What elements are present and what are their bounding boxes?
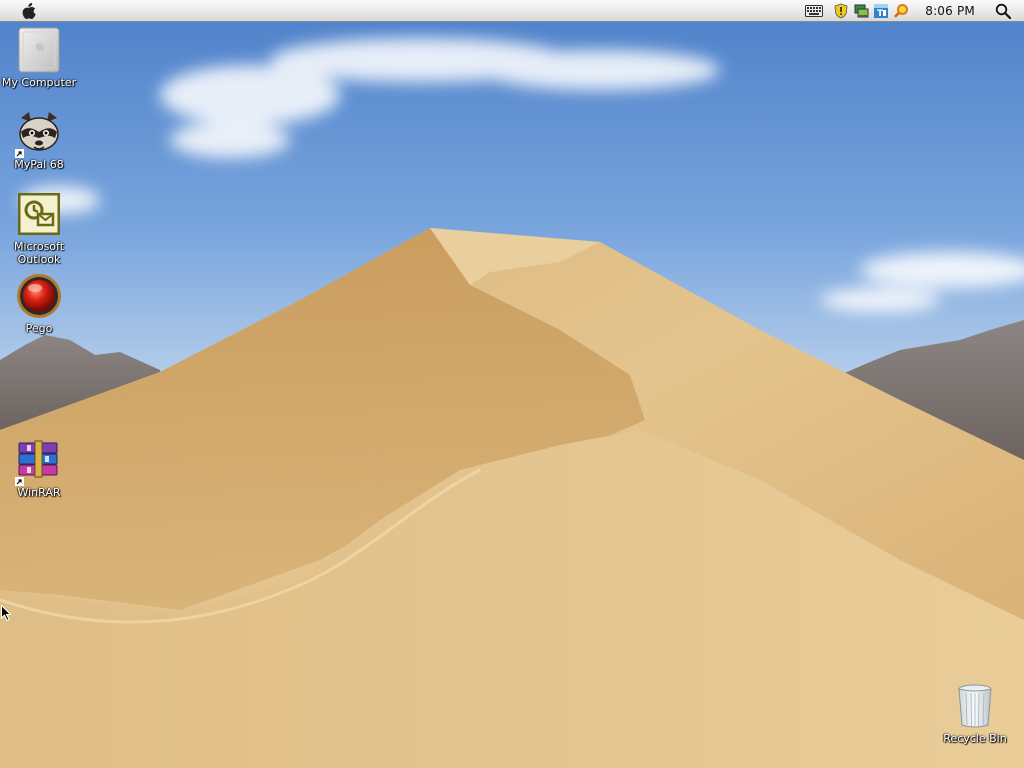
computer-icon bbox=[15, 26, 63, 74]
desktop-icon-label: WinRAR bbox=[17, 486, 61, 499]
apple-logo-icon[interactable] bbox=[18, 1, 40, 21]
desktop-icon-label: MyPal 68 bbox=[14, 158, 64, 171]
tray-app-icon[interactable]: T bbox=[872, 2, 890, 20]
desktop-icon-label: My Computer bbox=[1, 76, 77, 89]
desktop-icon-my-computer[interactable]: My Computer bbox=[0, 26, 78, 89]
desktop-icon-winrar[interactable]: WinRAR bbox=[0, 436, 78, 499]
desktop[interactable]: T 8:06 PM My Computer MyPal 68 Microsoft… bbox=[0, 0, 1024, 768]
keyboard-icon[interactable] bbox=[805, 2, 824, 20]
svg-text:T: T bbox=[877, 9, 884, 19]
mouse-cursor-icon bbox=[1, 605, 12, 622]
desktop-icon-label: Pego bbox=[25, 322, 53, 335]
raccoon-browser-icon bbox=[15, 108, 63, 158]
system-tray: T 8:06 PM bbox=[804, 0, 1024, 22]
outlook-icon bbox=[15, 190, 63, 238]
winrar-books-icon bbox=[15, 436, 63, 486]
network-icon[interactable] bbox=[852, 2, 870, 20]
red-orb-icon bbox=[15, 272, 63, 320]
trash-can-icon bbox=[951, 682, 999, 730]
magnifier-icon[interactable] bbox=[994, 2, 1012, 20]
desktop-icon-recycle-bin[interactable]: Recycle Bin bbox=[936, 682, 1014, 745]
security-shield-icon[interactable] bbox=[832, 2, 850, 20]
desktop-icon-label: Recycle Bin bbox=[943, 732, 1007, 745]
search-tool-icon[interactable] bbox=[892, 2, 910, 20]
shortcut-arrow-icon bbox=[15, 149, 24, 158]
desktop-icon-outlook[interactable]: Microsoft Outlook bbox=[0, 190, 78, 266]
desktop-icon-label: Microsoft Outlook bbox=[13, 240, 65, 266]
wallpaper bbox=[0, 0, 1024, 768]
menu-bar-clock[interactable]: 8:06 PM bbox=[925, 4, 975, 18]
menu-bar: T 8:06 PM bbox=[0, 0, 1024, 22]
desktop-icon-mypal[interactable]: MyPal 68 bbox=[0, 108, 78, 171]
shortcut-arrow-icon bbox=[15, 477, 24, 486]
desktop-icon-pego[interactable]: Pego bbox=[0, 272, 78, 335]
